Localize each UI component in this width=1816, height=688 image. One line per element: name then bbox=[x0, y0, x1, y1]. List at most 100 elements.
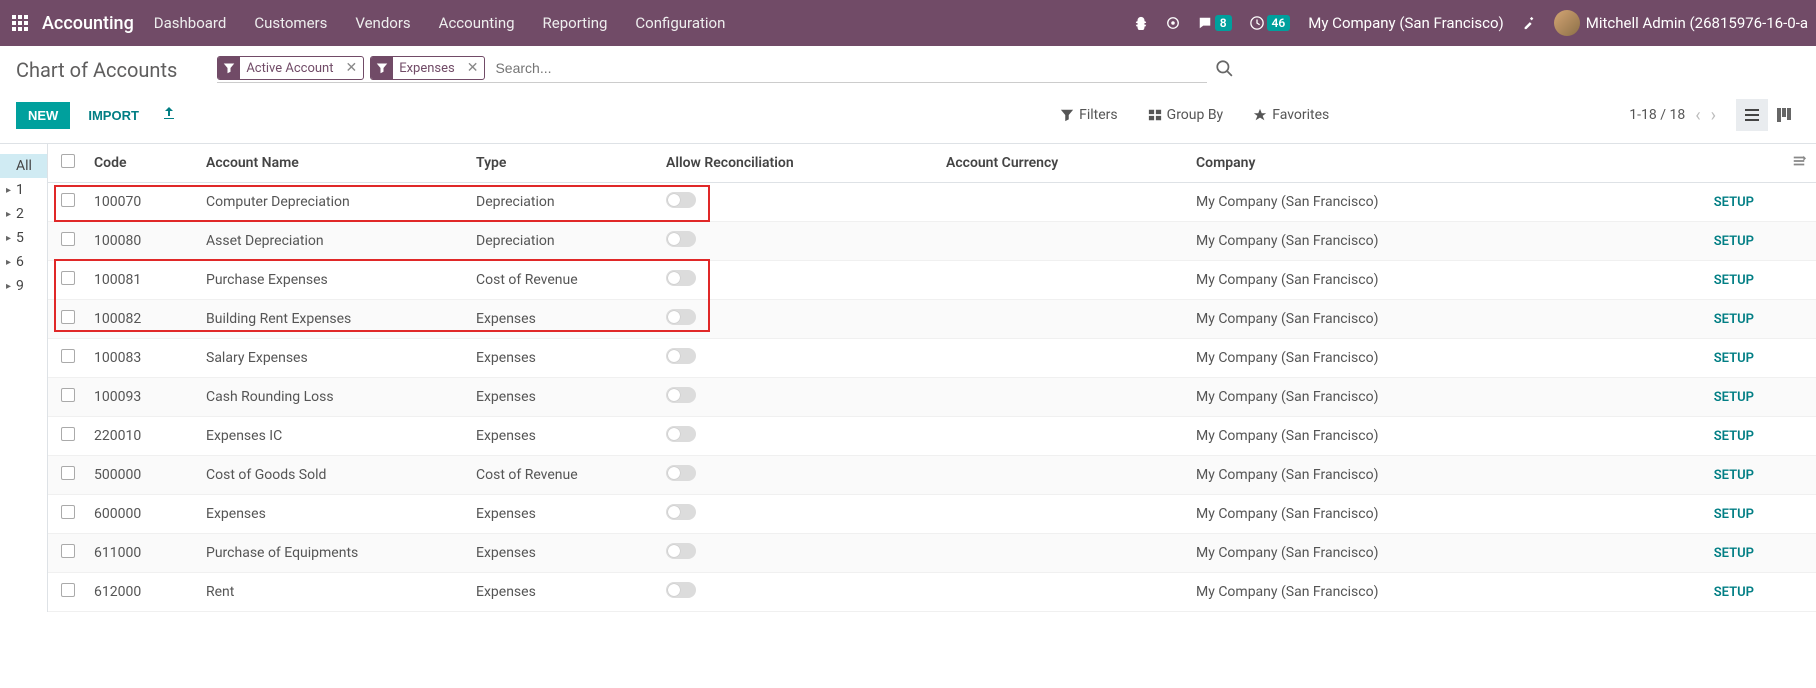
menu-reporting[interactable]: Reporting bbox=[543, 14, 608, 32]
pager-prev[interactable]: ‹ bbox=[1695, 105, 1700, 126]
facet-active-account[interactable]: Active Account ✕ bbox=[217, 56, 364, 80]
checkbox[interactable] bbox=[61, 349, 75, 363]
cell-company[interactable]: My Company (San Francisco) bbox=[1188, 495, 1538, 534]
upload-icon[interactable] bbox=[161, 105, 177, 125]
cell-name[interactable]: Purchase Expenses bbox=[198, 261, 468, 300]
cell-code[interactable]: 100070 bbox=[88, 183, 198, 222]
menu-customers[interactable]: Customers bbox=[254, 14, 327, 32]
favorites-button[interactable]: Favorites bbox=[1253, 107, 1329, 123]
cell-type[interactable]: Expenses bbox=[468, 339, 658, 378]
cell-name[interactable]: Rent bbox=[198, 573, 468, 612]
cell-type[interactable]: Cost of Revenue bbox=[468, 456, 658, 495]
menu-vendors[interactable]: Vendors bbox=[355, 14, 410, 32]
cell-company[interactable]: My Company (San Francisco) bbox=[1188, 456, 1538, 495]
cell-company[interactable]: My Company (San Francisco) bbox=[1188, 300, 1538, 339]
cell-code[interactable]: 500000 bbox=[88, 456, 198, 495]
cell-curr[interactable] bbox=[938, 573, 1188, 612]
row-checkbox-cell[interactable] bbox=[48, 183, 88, 222]
cell-code[interactable]: 100081 bbox=[88, 261, 198, 300]
cell-company[interactable]: My Company (San Francisco) bbox=[1188, 534, 1538, 573]
company-switcher[interactable]: My Company (San Francisco) bbox=[1308, 14, 1503, 32]
cell-name[interactable]: Asset Depreciation bbox=[198, 222, 468, 261]
row-checkbox-cell[interactable] bbox=[48, 378, 88, 417]
support-icon[interactable] bbox=[1166, 16, 1180, 30]
header-name[interactable]: Account Name bbox=[198, 144, 468, 183]
cell-recon[interactable] bbox=[658, 222, 938, 261]
cell-code[interactable]: 100080 bbox=[88, 222, 198, 261]
cell-curr[interactable] bbox=[938, 456, 1188, 495]
sidebar-item-2[interactable]: ▸ 2 bbox=[0, 202, 47, 226]
cell-name[interactable]: Computer Depreciation bbox=[198, 183, 468, 222]
header-recon[interactable]: Allow Reconciliation bbox=[658, 144, 938, 183]
cell-recon[interactable] bbox=[658, 261, 938, 300]
toggle-off[interactable] bbox=[666, 348, 696, 364]
import-button[interactable]: IMPORT bbox=[76, 102, 151, 129]
checkbox[interactable] bbox=[61, 310, 75, 324]
cell-recon[interactable] bbox=[658, 417, 938, 456]
menu-accounting[interactable]: Accounting bbox=[439, 14, 515, 32]
cell-recon[interactable] bbox=[658, 183, 938, 222]
header-code[interactable]: Code bbox=[88, 144, 198, 183]
cell-code[interactable]: 611000 bbox=[88, 534, 198, 573]
apps-icon[interactable] bbox=[8, 11, 32, 35]
facet-remove[interactable]: ✕ bbox=[339, 60, 363, 76]
checkbox[interactable] bbox=[61, 232, 75, 246]
cell-recon[interactable] bbox=[658, 456, 938, 495]
table-row[interactable]: 500000Cost of Goods SoldCost of Revenue M… bbox=[48, 456, 1816, 495]
cell-curr[interactable] bbox=[938, 417, 1188, 456]
row-checkbox-cell[interactable] bbox=[48, 417, 88, 456]
toggle-off[interactable] bbox=[666, 309, 696, 325]
cell-curr[interactable] bbox=[938, 534, 1188, 573]
sidebar-item-6[interactable]: ▸ 6 bbox=[0, 250, 47, 274]
user-menu[interactable]: Mitchell Admin (26815976-16-0-a bbox=[1554, 10, 1808, 36]
setup-button[interactable]: SETUP bbox=[1714, 546, 1754, 561]
cell-code[interactable]: 100093 bbox=[88, 378, 198, 417]
cell-code[interactable]: 612000 bbox=[88, 573, 198, 612]
debug-icon[interactable] bbox=[1134, 16, 1148, 30]
toggle-off[interactable] bbox=[666, 192, 696, 208]
cell-name[interactable]: Salary Expenses bbox=[198, 339, 468, 378]
setup-button[interactable]: SETUP bbox=[1714, 390, 1754, 405]
cell-type[interactable]: Expenses bbox=[468, 300, 658, 339]
cell-name[interactable]: Cost of Goods Sold bbox=[198, 456, 468, 495]
tools-icon[interactable] bbox=[1522, 16, 1536, 30]
cell-type[interactable]: Expenses bbox=[468, 573, 658, 612]
setup-button[interactable]: SETUP bbox=[1714, 429, 1754, 444]
new-button[interactable]: NEW bbox=[16, 102, 70, 129]
cell-recon[interactable] bbox=[658, 300, 938, 339]
toggle-off[interactable] bbox=[666, 543, 696, 559]
cell-company[interactable]: My Company (San Francisco) bbox=[1188, 339, 1538, 378]
setup-button[interactable]: SETUP bbox=[1714, 351, 1754, 366]
setup-button[interactable]: SETUP bbox=[1714, 234, 1754, 249]
cell-curr[interactable] bbox=[938, 261, 1188, 300]
cell-curr[interactable] bbox=[938, 495, 1188, 534]
toggle-off[interactable] bbox=[666, 231, 696, 247]
cell-name[interactable]: Purchase of Equipments bbox=[198, 534, 468, 573]
cell-company[interactable]: My Company (San Francisco) bbox=[1188, 261, 1538, 300]
search-box[interactable]: Active Account ✕ Expenses ✕ bbox=[217, 56, 1207, 83]
brand-label[interactable]: Accounting bbox=[42, 13, 134, 34]
row-checkbox-cell[interactable] bbox=[48, 300, 88, 339]
cell-curr[interactable] bbox=[938, 339, 1188, 378]
cell-company[interactable]: My Company (San Francisco) bbox=[1188, 378, 1538, 417]
cell-curr[interactable] bbox=[938, 222, 1188, 261]
cell-name[interactable]: Expenses IC bbox=[198, 417, 468, 456]
header-options[interactable] bbox=[1782, 144, 1816, 183]
toggle-off[interactable] bbox=[666, 504, 696, 520]
table-row[interactable]: 220010Expenses ICExpensesMy Company (San… bbox=[48, 417, 1816, 456]
checkbox[interactable] bbox=[61, 271, 75, 285]
cell-recon[interactable] bbox=[658, 573, 938, 612]
pager-next[interactable]: › bbox=[1711, 105, 1716, 126]
table-row[interactable]: 100080Asset DepreciationDepreciationMy C… bbox=[48, 222, 1816, 261]
messaging-icon[interactable]: 8 bbox=[1198, 15, 1232, 31]
toggle-off[interactable] bbox=[666, 582, 696, 598]
cell-type[interactable]: Expenses bbox=[468, 495, 658, 534]
cell-code[interactable]: 100082 bbox=[88, 300, 198, 339]
list-view-button[interactable] bbox=[1736, 99, 1768, 131]
table-row[interactable]: 611000Purchase of EquipmentsExpensesMy C… bbox=[48, 534, 1816, 573]
cell-type[interactable]: Cost of Revenue bbox=[468, 261, 658, 300]
row-checkbox-cell[interactable] bbox=[48, 495, 88, 534]
activity-icon[interactable]: 46 bbox=[1250, 15, 1291, 31]
toggle-off[interactable] bbox=[666, 387, 696, 403]
cell-type[interactable]: Depreciation bbox=[468, 222, 658, 261]
